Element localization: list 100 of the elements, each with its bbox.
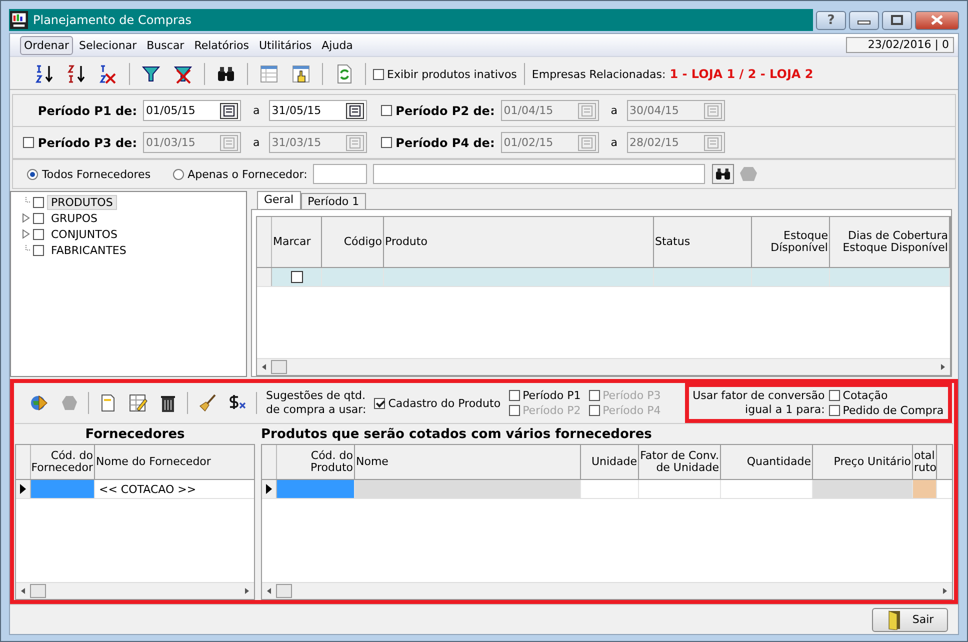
column-header[interactable]: Cód. do Fornecedor	[31, 445, 95, 479]
column-header[interactable]: Marcar	[272, 217, 322, 267]
close-button[interactable]	[915, 10, 959, 30]
column-header[interactable]: Status	[654, 217, 752, 267]
broom-icon[interactable]	[197, 393, 217, 413]
sort-ascending-icon[interactable]	[34, 64, 54, 84]
tree-checkbox[interactable]	[33, 212, 44, 224]
sort-descending-icon[interactable]	[66, 64, 86, 84]
maximize-button[interactable]	[882, 10, 912, 30]
edit-grid-icon[interactable]	[128, 393, 148, 413]
suggestion-checkbox[interactable]: Período P1	[508, 389, 589, 402]
supplier-code-field[interactable]	[313, 164, 368, 184]
date-field[interactable]: 31/03/15	[268, 132, 367, 153]
period-checkbox[interactable]	[380, 105, 392, 116]
column-header[interactable]: Fator de Conv. de Unidade	[639, 445, 721, 479]
table-cell: << COTACAO >>	[95, 480, 254, 498]
conversion-label: Usar fator de conversão igual a 1 para:	[692, 389, 825, 417]
column-header[interactable]: otal ruto	[913, 445, 937, 479]
period-label: Período P1 de:	[38, 104, 137, 118]
scroll-thumb[interactable]	[30, 584, 46, 598]
column-header[interactable]: Produto	[384, 217, 654, 267]
date-field[interactable]: 01/03/15	[143, 132, 241, 153]
menu-item[interactable]: Selecionar	[74, 36, 141, 54]
conversion-checkbox[interactable]: Pedido de Compra	[828, 404, 944, 417]
menu-item[interactable]: Relatórios	[190, 36, 253, 54]
range-separator: a	[610, 104, 618, 117]
horizontal-scrollbar[interactable]	[16, 582, 254, 599]
supplier-radio[interactable]: Todos Fornecedores	[27, 168, 151, 180]
filter-icon[interactable]	[141, 64, 161, 84]
suggestion-checkbox[interactable]: Cadastro do Produto	[374, 396, 501, 410]
calendar-icon[interactable]	[220, 102, 238, 118]
table-cell[interactable]	[355, 480, 581, 498]
tree-checkbox[interactable]	[33, 196, 44, 208]
grid-hand-icon[interactable]	[291, 64, 311, 84]
table-cell[interactable]	[813, 480, 913, 498]
column-header[interactable]: Cód. do Produto	[277, 445, 355, 479]
horizontal-scrollbar[interactable]	[257, 358, 950, 375]
date-field[interactable]: 30/04/15	[626, 100, 724, 121]
binoculars-icon	[715, 167, 732, 181]
tree-item[interactable]: PRODUTOS	[47, 194, 117, 210]
companies-label: Empresas Relacionadas:	[532, 68, 666, 80]
menu-item[interactable]: Ordenar	[20, 36, 73, 54]
horizontal-scrollbar[interactable]	[262, 582, 952, 599]
period-label: Período P3 de:	[38, 136, 137, 150]
window-title: Planejamento de Compras	[33, 13, 192, 27]
clear-sort-icon[interactable]	[98, 64, 118, 84]
date-field[interactable]: 01/05/15	[143, 100, 241, 121]
tree-item[interactable]: CONJUNTOS	[47, 226, 122, 242]
clear-filter-icon[interactable]	[173, 64, 193, 84]
menu-item[interactable]: Buscar	[142, 36, 188, 54]
column-header[interactable]: Nome do Fornecedor	[95, 445, 254, 479]
period-label: Período P2 de:	[396, 104, 495, 118]
tree-item[interactable]: FABRICANTES	[47, 242, 130, 258]
binoculars-icon[interactable]	[216, 64, 236, 84]
grid-title: Produtos que serão cotados com vários fornecedores	[261, 426, 653, 444]
trash-icon[interactable]	[158, 393, 178, 413]
table-cell[interactable]	[277, 480, 355, 498]
column-header[interactable]: Nome	[355, 445, 581, 479]
close-icon	[930, 15, 944, 25]
menu-item[interactable]: Utilitários	[255, 36, 316, 54]
supplier-name-field[interactable]	[373, 164, 706, 184]
grid-title: Fornecedores	[84, 426, 186, 444]
grid-icon[interactable]	[259, 64, 279, 84]
supplier-radio[interactable]: Apenas o Fornecedor:	[172, 168, 308, 180]
menu-item[interactable]: Ajuda	[318, 36, 357, 54]
scroll-thumb[interactable]	[276, 584, 292, 598]
date-field[interactable]: 01/02/15	[500, 132, 599, 153]
search-button[interactable]	[712, 164, 734, 184]
tree-checkbox[interactable]	[33, 228, 44, 240]
column-header[interactable]: Estoque Dísponível	[752, 217, 830, 267]
column-header[interactable]: Dias de Cobertura Estoque Disponível	[830, 217, 950, 267]
minimize-button[interactable]	[849, 10, 879, 30]
table-cell[interactable]	[913, 480, 937, 498]
exit-button[interactable]: Sair	[872, 608, 948, 632]
row-checkbox[interactable]	[290, 271, 302, 283]
table-cell[interactable]	[31, 480, 95, 498]
tab[interactable]: Geral	[257, 191, 301, 209]
column-header[interactable]: Código	[322, 217, 384, 267]
range-separator: a	[610, 136, 618, 149]
tab[interactable]: Período 1	[300, 193, 366, 209]
period-checkbox[interactable]	[380, 137, 392, 148]
range-separator: a	[253, 136, 260, 149]
range-separator: a	[253, 104, 260, 117]
column-header[interactable]: Quantidade	[721, 445, 813, 479]
date-field[interactable]: 28/02/15	[626, 132, 724, 153]
globe-arrow-icon[interactable]	[29, 393, 49, 413]
column-header[interactable]: Unidade	[581, 445, 639, 479]
calendar-icon[interactable]	[346, 102, 364, 118]
app-icon	[10, 11, 28, 29]
date-field[interactable]: 01/04/15	[500, 100, 599, 121]
tree-item[interactable]: GRUPOS	[47, 210, 102, 226]
period-checkbox[interactable]	[22, 137, 34, 148]
companies-value: 1 - LOJA 1 / 2 - LOJA 2	[670, 67, 814, 81]
scroll-thumb[interactable]	[271, 360, 287, 374]
column-header[interactable]: Preço Unitário	[813, 445, 913, 479]
date-display: 23/02/2016 | 0	[846, 37, 954, 53]
date-field[interactable]: 31/05/15	[268, 100, 367, 121]
tree-checkbox[interactable]	[33, 244, 44, 256]
conversion-checkbox[interactable]: Cotação	[828, 389, 944, 402]
help-button[interactable]: ?	[816, 10, 846, 30]
